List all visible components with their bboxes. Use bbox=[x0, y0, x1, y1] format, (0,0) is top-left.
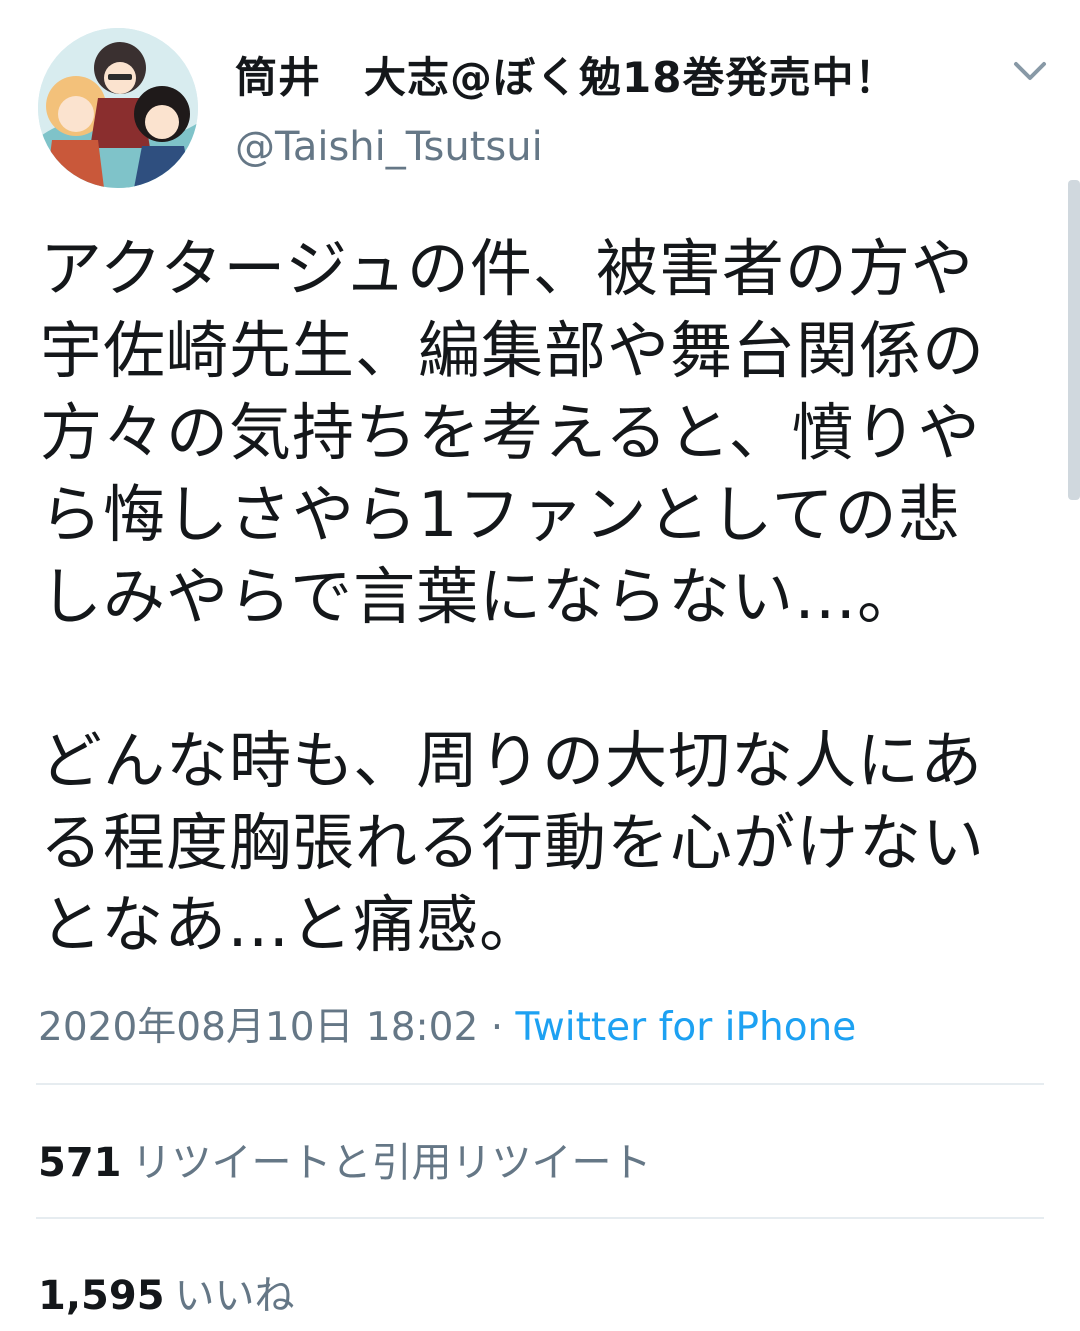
likes-stat[interactable]: 1,595 いいね bbox=[38, 1263, 295, 1321]
retweet-count: 571 bbox=[38, 1140, 122, 1186]
retweets-stat[interactable]: 571 リツイートと引用リツイート bbox=[38, 1130, 652, 1188]
like-count: 1,595 bbox=[38, 1273, 165, 1319]
display-name[interactable]: 筒井 大志@ぼく勉18巻発売中！ bbox=[235, 44, 897, 105]
like-label: いいね bbox=[174, 1273, 295, 1319]
divider bbox=[36, 1217, 1044, 1219]
tweet-header: 筒井 大志@ぼく勉18巻発売中！ @Taishi_Tsutsui bbox=[0, 0, 1080, 200]
meta-separator: · bbox=[490, 1005, 516, 1050]
chevron-down-icon[interactable] bbox=[1008, 52, 1052, 88]
divider bbox=[36, 1083, 1044, 1085]
tweet-meta: 2020年08月10日 18:02 · Twitter for iPhone bbox=[38, 996, 856, 1052]
scrollbar[interactable] bbox=[1068, 180, 1080, 500]
tweet-timestamp[interactable]: 2020年08月10日 18:02 bbox=[38, 1005, 478, 1050]
tweet-text: アクタージュの件、被害者の方や 宇佐崎先生、編集部や舞台関係の 方々の気持ちを考… bbox=[40, 232, 986, 961]
retweet-label: リツイートと引用リツイート bbox=[131, 1140, 652, 1186]
tweet-source-link[interactable]: Twitter for iPhone bbox=[516, 1005, 857, 1050]
avatar-illustration bbox=[38, 28, 198, 188]
avatar[interactable] bbox=[38, 28, 198, 188]
user-handle[interactable]: @Taishi_Tsutsui bbox=[235, 124, 543, 170]
